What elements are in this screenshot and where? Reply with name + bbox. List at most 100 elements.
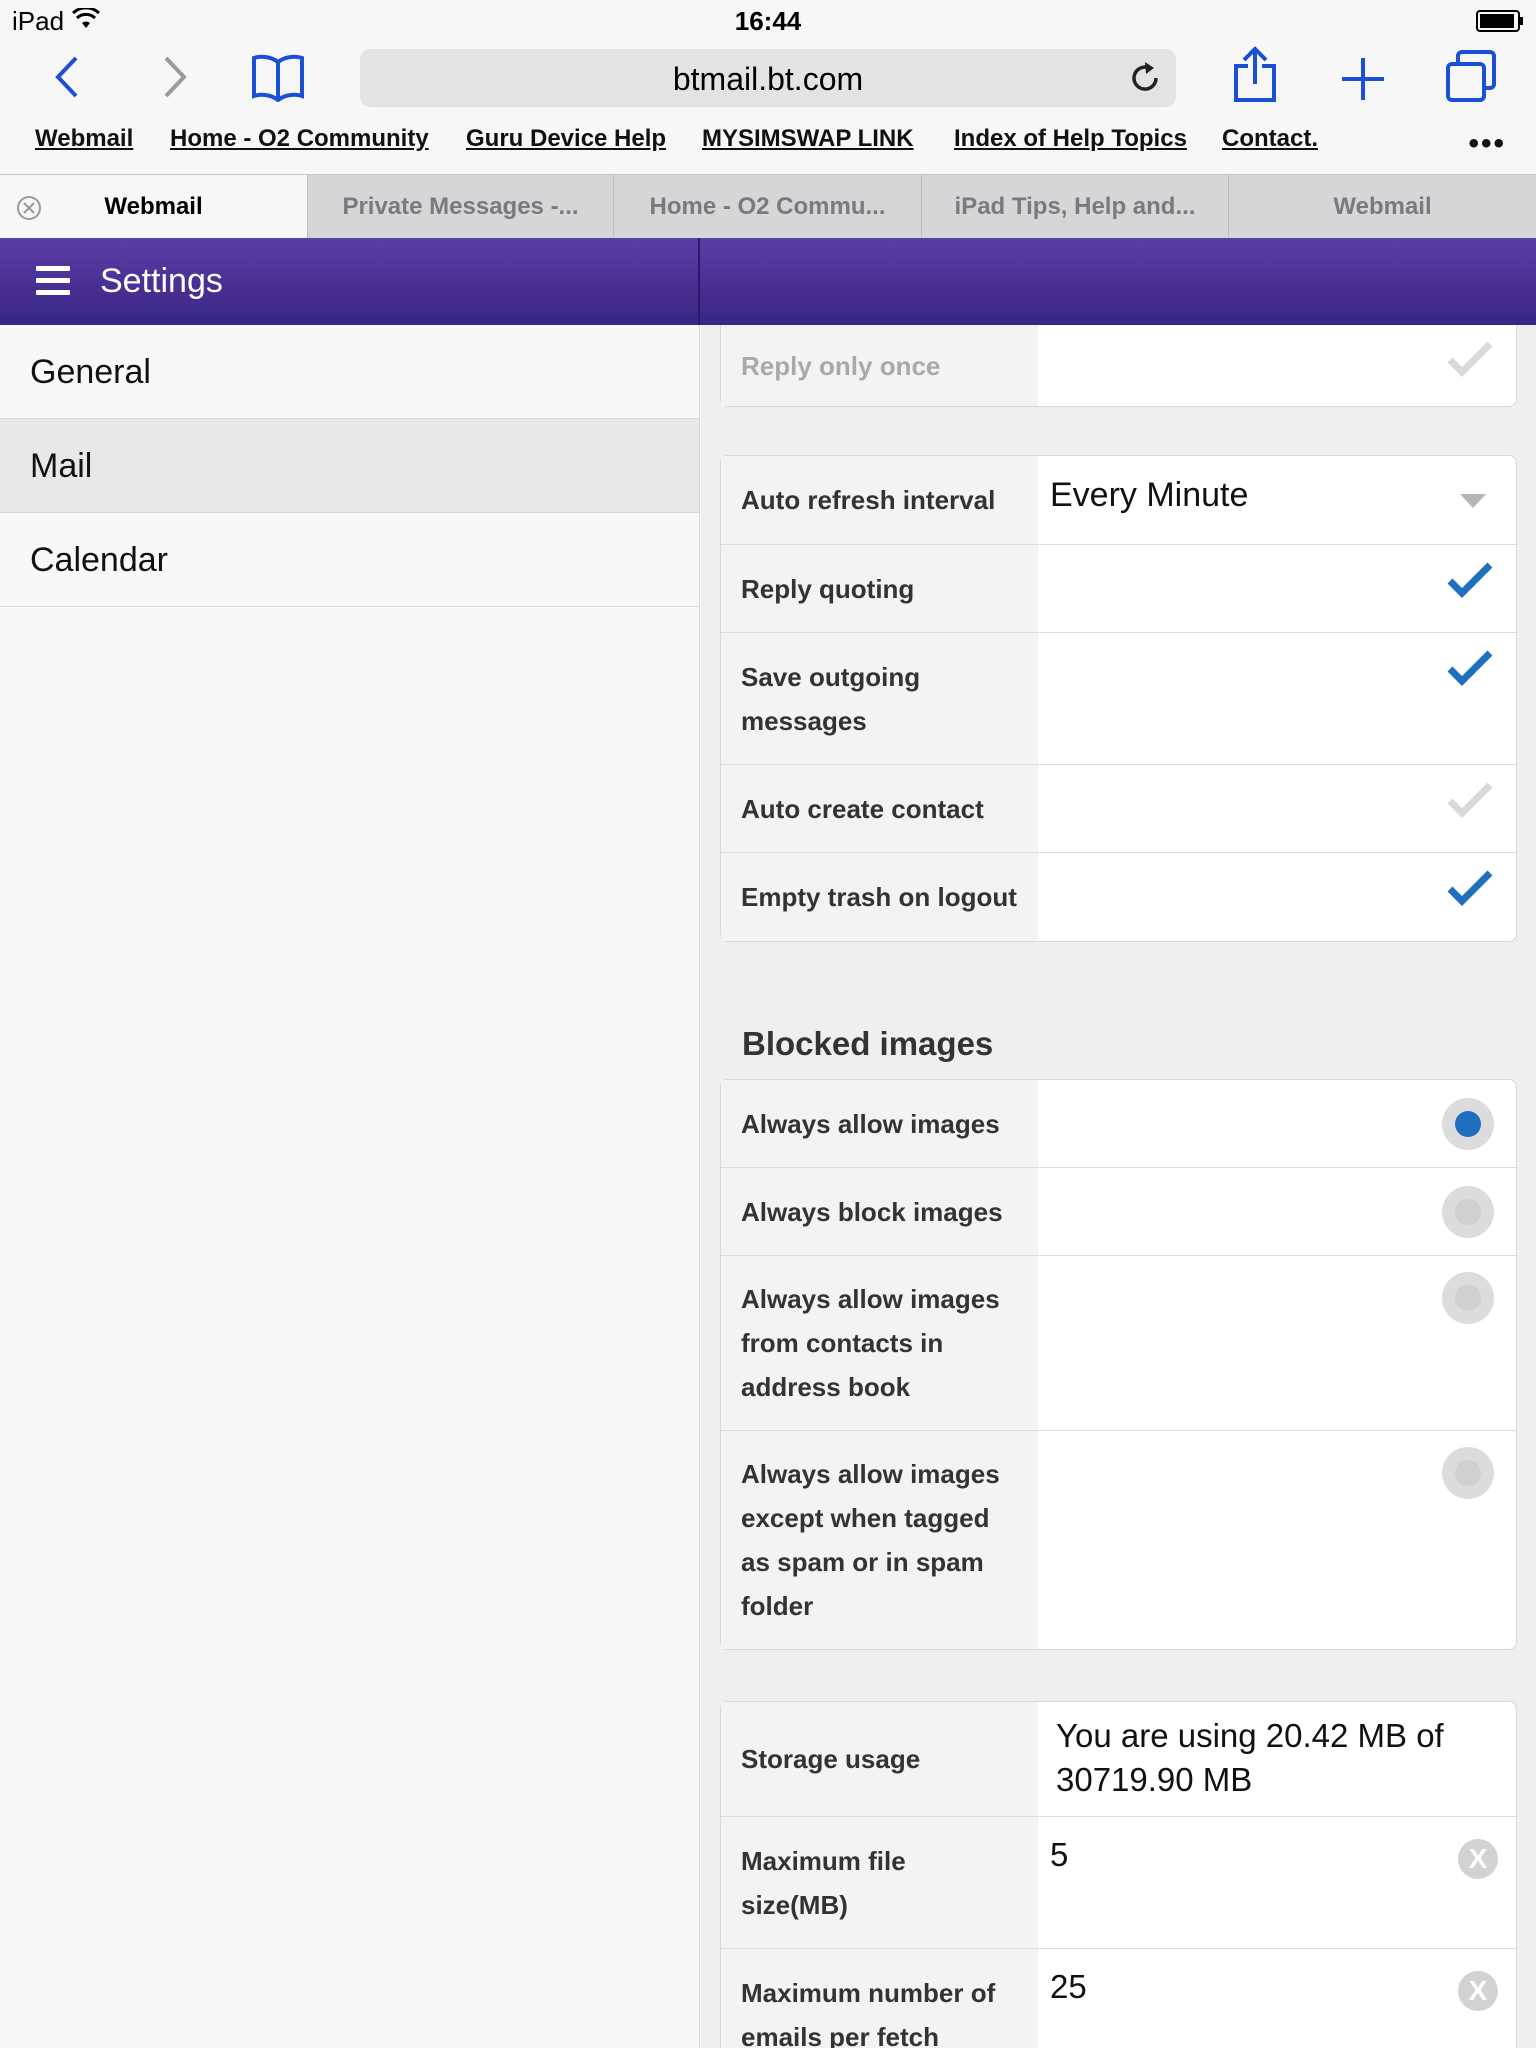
share-icon[interactable] — [1232, 46, 1278, 104]
setting-row: Maximum file size(MB) 5 X — [721, 1817, 1516, 1949]
bookmark-link[interactable]: MYSIMSWAP LINK — [702, 125, 914, 153]
back-icon[interactable] — [52, 54, 82, 100]
clock: 16:44 — [734, 6, 802, 36]
tab-ipad-tips[interactable]: iPad Tips, Help and... — [922, 175, 1229, 239]
radio-button[interactable] — [1442, 1098, 1494, 1150]
setting-row: Auto refresh interval Every Minute — [721, 456, 1516, 545]
tab-label: Home - O2 Commu... — [649, 193, 886, 220]
option-label: Always block images — [721, 1168, 1038, 1255]
tab-label: Webmail — [104, 193, 203, 220]
dropdown-arrow-icon — [1460, 494, 1486, 508]
clear-icon[interactable]: X — [1458, 1839, 1498, 1879]
bookmark-link[interactable]: Home - O2 Community — [170, 125, 429, 153]
setting-label: Auto create contact — [721, 765, 1038, 852]
more-bookmarks-icon[interactable]: ••• — [1468, 127, 1506, 161]
bookmark-link[interactable]: Guru Device Help — [466, 125, 666, 153]
tab-label: Private Messages -... — [342, 193, 579, 220]
setting-row: Reply only once — [721, 325, 1516, 406]
allow-images-except-spam-option[interactable] — [1038, 1431, 1516, 1649]
tab-bar: Webmail Private Messages -... Home - O2 … — [0, 174, 1536, 239]
radio-row: Always allow images from contacts in add… — [721, 1256, 1516, 1431]
favorites-bar: Webmail Home - O2 Community Guru Device … — [0, 125, 1536, 165]
blocked-images-card: Always allow images Always block images … — [720, 1079, 1517, 1650]
setting-label: Auto refresh interval — [721, 456, 1038, 544]
max-file-size-input[interactable]: 5 X — [1038, 1817, 1516, 1948]
option-label: Always allow images from contacts in add… — [721, 1256, 1038, 1430]
bookmarks-icon[interactable] — [250, 52, 306, 102]
setting-row: Reply quoting — [721, 545, 1516, 633]
checkmark-icon — [1447, 341, 1493, 377]
tab-private-messages[interactable]: Private Messages -... — [308, 175, 614, 239]
checkmark-icon — [1447, 782, 1493, 818]
checkmark-icon — [1447, 562, 1493, 598]
status-bar: iPad 16:44 — [0, 0, 1536, 40]
reload-icon[interactable] — [1128, 61, 1162, 95]
radio-button[interactable] — [1442, 1186, 1494, 1238]
settings-nav: General Mail Calendar — [0, 325, 700, 2048]
tab-label: Webmail — [1333, 193, 1432, 220]
auto-refresh-select[interactable]: Every Minute — [1038, 456, 1516, 544]
save-outgoing-toggle[interactable] — [1038, 633, 1516, 764]
nav-item-general[interactable]: General — [0, 325, 699, 419]
tab-label: iPad Tips, Help and... — [954, 193, 1196, 220]
header-divider — [698, 238, 700, 325]
setting-label: Reply only once — [721, 325, 1038, 406]
storage-usage-value: You are using 20.42 MB of 30719.90 MB — [1038, 1702, 1516, 1816]
setting-label: Storage usage — [721, 1702, 1038, 1816]
setting-label: Empty trash on logout — [721, 853, 1038, 941]
always-allow-images-option[interactable] — [1038, 1080, 1516, 1167]
reply-only-once-toggle[interactable] — [1038, 325, 1516, 406]
setting-label: Save outgoing messages — [721, 633, 1038, 764]
storage-text: You are using 20.42 MB of 30719.90 MB — [1056, 1717, 1444, 1798]
checkmark-icon — [1447, 650, 1493, 686]
address-bar[interactable]: btmail.bt.com — [360, 49, 1176, 107]
selected-value: Every Minute — [1050, 476, 1249, 514]
setting-label: Maximum file size(MB) — [721, 1817, 1038, 1948]
radio-button[interactable] — [1442, 1272, 1494, 1324]
setting-row: Storage usage You are using 20.42 MB of … — [721, 1702, 1516, 1817]
mail-options-card: Auto refresh interval Every Minute Reply… — [720, 455, 1517, 942]
hamburger-menu-icon[interactable] — [36, 266, 70, 296]
setting-row: Save outgoing messages — [721, 633, 1516, 765]
empty-trash-toggle[interactable] — [1038, 853, 1516, 941]
option-label: Always allow images — [721, 1080, 1038, 1167]
close-tab-icon[interactable] — [16, 195, 42, 221]
radio-row: Always allow images except when tagged a… — [721, 1431, 1516, 1649]
setting-row: Empty trash on logout — [721, 853, 1516, 941]
reply-card: Reply only once — [720, 325, 1517, 407]
max-emails-input[interactable]: 25 X — [1038, 1949, 1516, 2048]
tab-webmail[interactable]: Webmail — [0, 175, 308, 239]
browser-toolbar: btmail.bt.com Webmail Home - O2 Communit… — [0, 40, 1536, 174]
nav-item-mail[interactable]: Mail — [0, 419, 699, 513]
option-label: Always allow images except when tagged a… — [721, 1431, 1038, 1649]
battery-icon — [1476, 10, 1523, 32]
nav-item-calendar[interactable]: Calendar — [0, 513, 699, 607]
settings-content: Reply only once Auto refresh interval Ev… — [701, 325, 1536, 2048]
checkmark-icon — [1447, 870, 1493, 906]
bookmark-link[interactable]: Contact. — [1222, 125, 1318, 153]
setting-label: Reply quoting — [721, 545, 1038, 632]
always-block-images-option[interactable] — [1038, 1168, 1516, 1255]
setting-row: Auto create contact — [721, 765, 1516, 853]
reply-quoting-toggle[interactable] — [1038, 545, 1516, 632]
radio-row: Always block images — [721, 1168, 1516, 1256]
tab-webmail-2[interactable]: Webmail — [1229, 175, 1536, 239]
storage-card: Storage usage You are using 20.42 MB of … — [720, 1701, 1517, 2048]
allow-images-from-contacts-option[interactable] — [1038, 1256, 1516, 1430]
input-value: 5 — [1050, 1836, 1069, 1873]
url-text: btmail.bt.com — [672, 61, 864, 97]
tabs-icon[interactable] — [1444, 50, 1498, 104]
clear-icon[interactable]: X — [1458, 1971, 1498, 2011]
tab-o2-community[interactable]: Home - O2 Commu... — [614, 175, 922, 239]
bookmark-link[interactable]: Webmail — [35, 125, 133, 153]
page-title: Settings — [100, 262, 223, 300]
input-value: 25 — [1050, 1968, 1087, 2005]
auto-create-contact-toggle[interactable] — [1038, 765, 1516, 852]
bookmark-link[interactable]: Index of Help Topics — [954, 125, 1187, 153]
radio-row: Always allow images — [721, 1080, 1516, 1168]
forward-icon[interactable] — [160, 54, 190, 100]
section-title: Blocked images — [742, 1025, 994, 1062]
radio-button[interactable] — [1442, 1447, 1494, 1499]
new-tab-icon[interactable] — [1340, 56, 1386, 102]
setting-row: Maximum number of emails per fetch 25 X — [721, 1949, 1516, 2048]
